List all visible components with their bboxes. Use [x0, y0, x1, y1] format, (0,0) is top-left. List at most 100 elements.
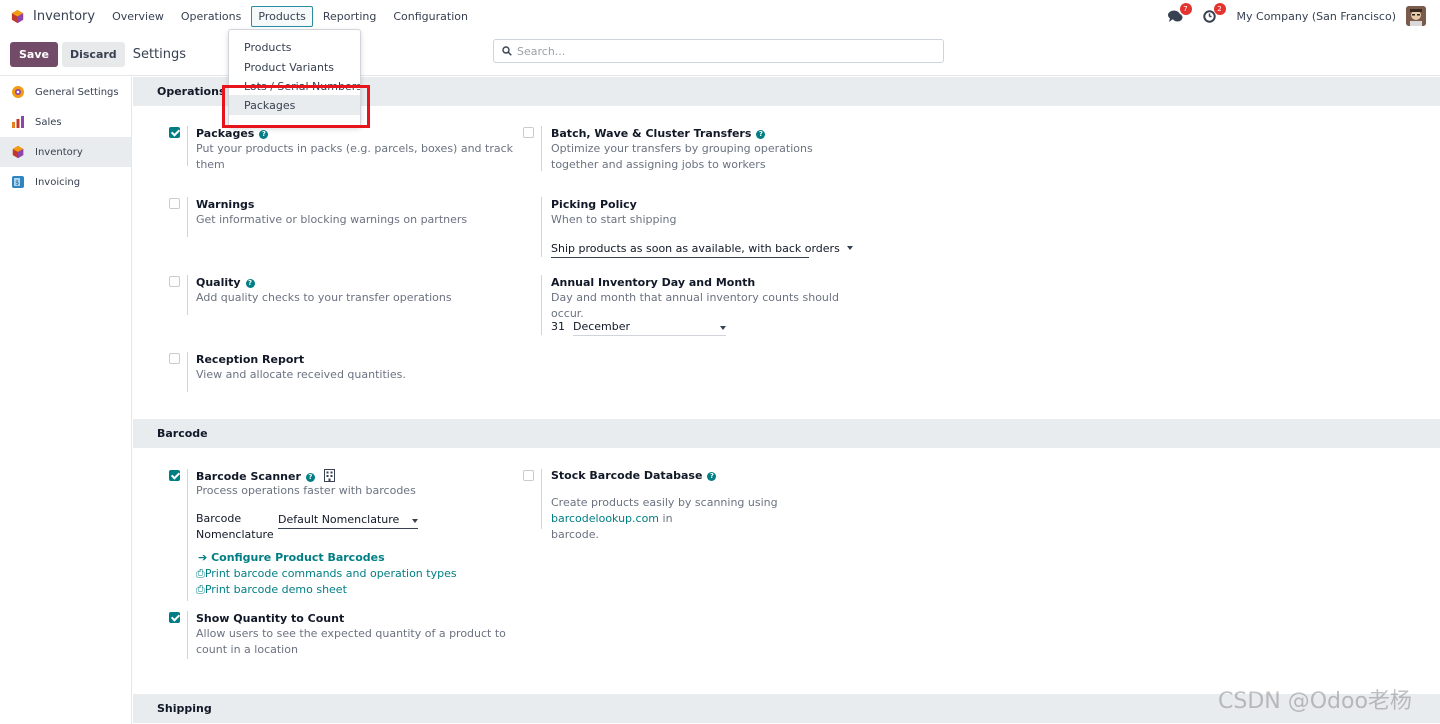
picking-policy-desc: When to start shipping — [551, 213, 677, 226]
warnings-title: Warnings — [196, 198, 255, 211]
app-brand[interactable]: Inventory — [10, 9, 95, 24]
sidebar-item-label: General Settings — [35, 86, 119, 98]
nomenclature-select[interactable]: Default Nomenclature — [278, 513, 418, 529]
menu-products[interactable]: Products — [251, 6, 313, 27]
setting-divider — [187, 352, 188, 392]
batch-transfers-title: Batch, Wave & Cluster Transfers? — [551, 127, 766, 140]
quality-title: Quality? — [196, 276, 255, 289]
setting-divider — [541, 197, 542, 257]
chevron-down-icon — [720, 326, 726, 330]
stock-barcode-db-title-text: Stock Barcode Database — [551, 469, 703, 482]
help-icon[interactable]: ? — [259, 130, 269, 139]
print-demo-sheet-link[interactable]: ⎙Print barcode demo sheet — [196, 583, 347, 597]
annual-inventory-title: Annual Inventory Day and Month — [551, 276, 756, 289]
stock-db-desc-prefix: Create products easily by scanning using — [551, 496, 778, 509]
print-commands-text: Print barcode commands and operation typ… — [204, 567, 457, 580]
dropdown-item-product-variants[interactable]: Product Variants — [229, 57, 360, 77]
control-panel: Save Discard Settings Search... — [0, 33, 1440, 76]
avatar-image — [1406, 6, 1426, 26]
settings-sidebar: General Settings Sales Inventory $ Invoi… — [0, 77, 132, 724]
setting-divider — [541, 469, 542, 529]
annotation-highlight-box — [222, 85, 370, 128]
quality-desc: Add quality checks to your transfer oper… — [196, 291, 452, 304]
help-icon[interactable]: ? — [756, 130, 766, 139]
building-icon — [323, 469, 335, 482]
barcode-scanner-checkbox[interactable] — [169, 470, 180, 481]
menu-configuration[interactable]: Configuration — [386, 6, 475, 27]
search-placeholder: Search... — [517, 44, 566, 58]
arrow-right-icon: ➔ — [198, 551, 208, 564]
activities-badge: 2 — [1213, 3, 1226, 15]
picking-policy-value: Ship products as soon as available, with… — [551, 242, 840, 255]
setting-divider — [187, 126, 188, 166]
warnings-desc: Get informative or blocking warnings on … — [196, 213, 468, 226]
packages-title-text: Packages — [196, 127, 255, 140]
dropdown-item-products[interactable]: Products — [229, 37, 360, 57]
menu-overview[interactable]: Overview — [105, 6, 171, 27]
page-title: Settings — [132, 46, 187, 62]
reception-report-checkbox[interactable] — [169, 353, 180, 364]
packages-checkbox[interactable] — [169, 127, 180, 138]
sidebar-item-label: Sales — [35, 116, 62, 128]
warnings-checkbox[interactable] — [169, 198, 180, 209]
picking-policy-select[interactable]: Ship products as soon as available, with… — [551, 242, 854, 258]
discard-button[interactable]: Discard — [61, 41, 125, 67]
search-icon — [502, 46, 512, 56]
configure-product-barcodes-link[interactable]: ➔ Configure Product Barcodes — [198, 551, 385, 564]
sidebar-item-inventory[interactable]: Inventory — [0, 137, 131, 167]
sidebar-item-label: Inventory — [35, 146, 83, 158]
nomenclature-label-line1: Barcode — [196, 512, 242, 525]
activities-button[interactable]: 2 — [1199, 3, 1226, 27]
quality-checkbox[interactable] — [169, 276, 180, 287]
help-icon[interactable]: ? — [305, 473, 315, 482]
batch-title-text: Batch, Wave & Cluster Transfers — [551, 127, 752, 140]
setting-divider — [187, 275, 188, 315]
annual-inventory-desc: Day and month that annual inventory coun… — [551, 291, 839, 320]
packages-desc: Put your products in packs (e.g. parcels… — [196, 142, 514, 171]
settings-content: Operations Packages? Put your products i… — [133, 77, 1440, 724]
show-quantity-checkbox[interactable] — [169, 612, 180, 623]
sales-app-icon — [12, 116, 24, 128]
annual-day-input[interactable]: 31 — [551, 320, 565, 335]
chevron-down-icon — [847, 246, 854, 250]
setting-divider — [187, 611, 188, 659]
setting-divider — [541, 126, 542, 171]
app-name[interactable]: Inventory — [33, 9, 95, 24]
save-button[interactable]: Save — [10, 41, 58, 67]
company-switcher[interactable]: My Company (San Francisco) — [1237, 10, 1396, 23]
annual-month-select[interactable]: December — [573, 320, 726, 336]
configure-link-text: Configure Product Barcodes — [211, 551, 385, 564]
systray: 7 2 My Company (San Francisco) — [1153, 3, 1426, 27]
sidebar-item-sales[interactable]: Sales — [0, 107, 131, 137]
annual-month-value: December — [573, 320, 631, 333]
settings-app-icon — [12, 86, 24, 98]
inventory-app-icon — [11, 9, 24, 24]
messages-button[interactable]: 7 — [1165, 3, 1192, 27]
stock-barcode-db-checkbox[interactable] — [523, 470, 534, 481]
inventory-app-icon — [12, 145, 24, 159]
invoicing-app-icon: $ — [12, 176, 24, 188]
setting-divider — [187, 197, 188, 237]
reception-report-title: Reception Report — [196, 353, 305, 366]
sidebar-item-invoicing[interactable]: $ Invoicing — [0, 167, 131, 197]
stock-barcode-db-title: Stock Barcode Database? — [551, 469, 717, 482]
help-icon[interactable]: ? — [707, 472, 717, 481]
stock-db-desc-suffix: in — [659, 512, 673, 525]
print-barcode-commands-link[interactable]: ⎙Print barcode commands and operation ty… — [196, 567, 457, 581]
user-avatar[interactable] — [1406, 6, 1426, 26]
stock-db-desc-line2: barcode. — [551, 528, 600, 541]
menu-reporting[interactable]: Reporting — [316, 6, 383, 27]
search-input[interactable]: Search... — [493, 39, 944, 63]
batch-transfers-checkbox[interactable] — [523, 127, 534, 138]
barcodelookup-link[interactable]: barcodelookup.com — [551, 512, 659, 525]
batch-transfers-desc: Optimize your transfers by grouping oper… — [551, 142, 813, 171]
top-navbar: Inventory Overview Operations Products R… — [0, 0, 1440, 33]
print-demo-text: Print barcode demo sheet — [204, 583, 347, 596]
chevron-down-icon — [412, 519, 418, 523]
help-icon[interactable]: ? — [245, 279, 255, 288]
sidebar-item-general-settings[interactable]: General Settings — [0, 77, 131, 107]
svg-text:$: $ — [15, 180, 19, 187]
packages-title: Packages? — [196, 127, 269, 140]
setting-divider — [187, 469, 188, 601]
menu-operations[interactable]: Operations — [174, 6, 248, 27]
